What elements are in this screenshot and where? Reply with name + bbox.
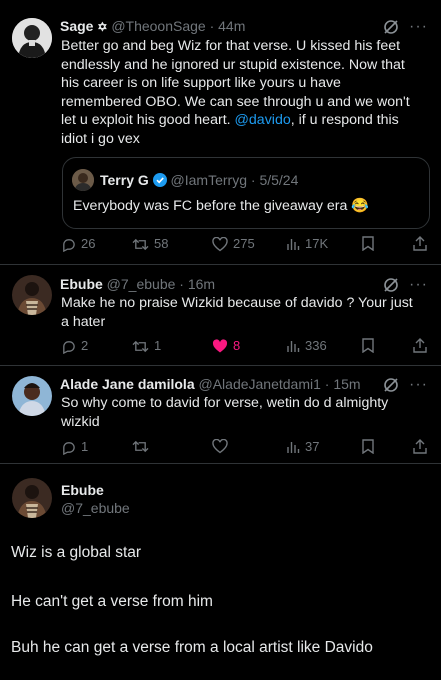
share-button[interactable]: [413, 236, 427, 251]
reply-button[interactable]: 1: [61, 439, 88, 455]
like-button[interactable]: 275: [212, 236, 255, 252]
bookmark-icon: [362, 338, 374, 353]
quoted-author-handle: @IamTerryg: [170, 172, 247, 188]
author-name[interactable]: Sage: [60, 18, 93, 34]
share-icon: [413, 338, 427, 353]
grok-icon[interactable]: [383, 277, 399, 293]
verified-badge-icon: [152, 173, 167, 187]
timestamp[interactable]: · 15m: [325, 376, 361, 392]
tweet-paragraph: Buh he can get a verse from a local arti…: [11, 639, 373, 656]
share-icon: [413, 236, 427, 251]
reply-icon: [63, 238, 75, 252]
heart-icon: [212, 439, 228, 454]
like-button[interactable]: [212, 439, 233, 454]
like-count: 275: [233, 236, 255, 251]
share-button[interactable]: [413, 439, 427, 454]
views-icon: [287, 442, 300, 453]
avatar: [72, 169, 94, 191]
heart-icon: [212, 236, 228, 251]
mention-link[interactable]: @davido: [235, 112, 291, 128]
tweet-text: Make he no praise Wizkid because of davi…: [61, 295, 413, 330]
reply-count: 1: [81, 439, 89, 454]
more-options-icon[interactable]: ···: [409, 277, 428, 293]
heart-filled-icon: [212, 338, 228, 352]
name-symbol: ✡: [97, 20, 108, 34]
views-count: 336: [305, 338, 327, 353]
views-count: 17K: [305, 236, 329, 251]
more-options-icon[interactable]: ···: [409, 377, 428, 393]
repost-icon: [132, 340, 149, 352]
quoted-tweet[interactable]: Terry G @IamTerryg · 5/5/24 Everybody wa…: [62, 157, 430, 229]
reply-count: 2: [81, 338, 89, 353]
author-name[interactable]: Ebube: [61, 481, 130, 499]
quoted-text: Everybody was FC before the giveaway era…: [73, 198, 370, 214]
views-count: 37: [305, 439, 320, 454]
reply-button[interactable]: 26: [61, 236, 95, 252]
grok-icon[interactable]: [383, 377, 399, 393]
reply-button[interactable]: 2: [61, 338, 88, 354]
avatar[interactable]: [12, 376, 52, 416]
reply-icon: [63, 441, 75, 455]
bookmark-button[interactable]: [362, 236, 374, 251]
reply-count: 26: [81, 236, 96, 251]
views-icon: [287, 239, 300, 250]
repost-icon: [132, 440, 149, 453]
share-icon: [413, 439, 427, 454]
reply-icon: [63, 340, 75, 354]
bookmark-button[interactable]: [362, 439, 374, 454]
tweet-ebube-reply[interactable]: Ebube @7_ebube · 16m ··· Make he no prai…: [0, 265, 441, 365]
timestamp[interactable]: · 44m: [210, 18, 246, 34]
author-name[interactable]: Ebube: [60, 276, 103, 292]
tweet-sage[interactable]: Sage ✡ @TheoonSage · 44m ··· Better go a…: [0, 0, 441, 262]
tweet-text: Better go and beg Wiz for that verse. U …: [61, 38, 410, 147]
bookmark-button[interactable]: [362, 338, 374, 353]
more-options-icon[interactable]: ···: [409, 19, 428, 35]
avatar[interactable]: [12, 18, 52, 58]
views-button[interactable]: 17K: [286, 236, 328, 252]
tweet-text: So why come to david for verse, wetin do…: [61, 395, 389, 430]
author-handle[interactable]: @TheoonSage: [111, 18, 205, 34]
quoted-date: · 5/5/24: [250, 172, 299, 188]
author-handle[interactable]: @7_ebube: [107, 276, 176, 292]
bookmark-icon: [362, 236, 374, 251]
like-button[interactable]: 8: [212, 338, 240, 354]
grok-icon[interactable]: [383, 19, 399, 35]
avatar[interactable]: [12, 275, 52, 315]
views-icon: [287, 341, 300, 352]
views-button[interactable]: 37: [286, 439, 319, 455]
repost-icon: [132, 238, 149, 250]
repost-button[interactable]: 1: [132, 338, 161, 354]
author-handle[interactable]: @AladeJanetdami1: [199, 376, 321, 392]
repost-count: 1: [154, 338, 162, 353]
tweet-alade[interactable]: Alade Jane damilola @AladeJanetdami1 · 1…: [0, 366, 441, 462]
focused-tweet: Ebube @7_ebube Wiz is a global star He c…: [0, 464, 441, 680]
views-button[interactable]: 336: [286, 338, 327, 354]
timestamp[interactable]: · 16m: [179, 276, 215, 292]
author-name[interactable]: Alade Jane damilola: [60, 376, 195, 392]
bookmark-icon: [362, 439, 374, 454]
repost-button[interactable]: [132, 439, 154, 454]
tweet-paragraph: Wiz is a global star: [11, 544, 142, 561]
author-handle[interactable]: @7_ebube: [61, 499, 130, 517]
repost-button[interactable]: 58: [132, 236, 168, 252]
tweet-paragraph: He can't get a verse from him: [11, 593, 213, 610]
repost-count: 58: [154, 236, 169, 251]
quoted-author-name: Terry G: [100, 172, 149, 188]
share-button[interactable]: [413, 338, 427, 353]
avatar[interactable]: [12, 478, 52, 518]
like-count: 8: [233, 338, 241, 353]
